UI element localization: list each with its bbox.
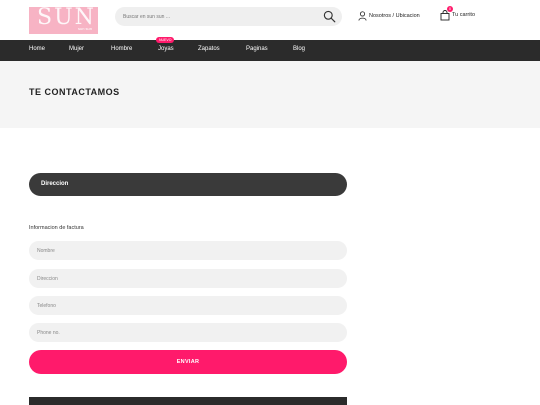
nav-item-paginas[interactable]: Paginas (246, 46, 268, 52)
submit-button[interactable]: ENVIAR (29, 350, 347, 374)
logo-subtext: sun sun (77, 26, 92, 31)
nav-item-blog[interactable]: Blog (293, 46, 305, 52)
phone-number-field[interactable] (29, 323, 347, 342)
user-icon (358, 11, 367, 21)
nav-item-hombre[interactable]: Hombre (111, 46, 132, 52)
billing-info-label: Informacion de factura (29, 225, 84, 231)
address-field[interactable] (29, 269, 347, 288)
page-title: TE CONTACTAMOS (29, 87, 120, 97)
nav-item-mujer[interactable]: Mujer (69, 46, 84, 52)
account-link[interactable]: Nosotros / Ubicacion (358, 10, 420, 22)
cart-link[interactable]: 0 Tu carrito (440, 6, 476, 22)
nav-item-joyas[interactable]: Joyas (158, 46, 174, 52)
section-label: Direccion (41, 181, 69, 187)
main-nav: Home Mujer Hombre NUEVO Joyas Zapatos Pa… (0, 37, 540, 61)
nav-item-zapatos[interactable]: Zapatos (198, 46, 220, 52)
new-badge: NUEVO (156, 37, 175, 43)
cart-label: Tu carrito (452, 12, 476, 18)
search-input[interactable] (123, 10, 313, 23)
nav-item-home[interactable]: Home (29, 46, 45, 52)
next-section-bar (29, 397, 347, 405)
site-header: SUN sun sun Nosotros / Ubicacion 0 Tu ca… (0, 0, 540, 40)
telephone-field[interactable] (29, 296, 347, 315)
name-field[interactable] (29, 241, 347, 260)
address-section-header[interactable]: Direccion (29, 173, 347, 196)
search-icon[interactable] (323, 10, 336, 23)
cart-count-badge: 0 (447, 6, 453, 12)
search-bar (115, 7, 342, 26)
page-title-band: TE CONTACTAMOS (0, 61, 540, 128)
brand-logo[interactable]: SUN sun sun (29, 7, 98, 34)
account-label: Nosotros / Ubicacion (369, 13, 420, 19)
